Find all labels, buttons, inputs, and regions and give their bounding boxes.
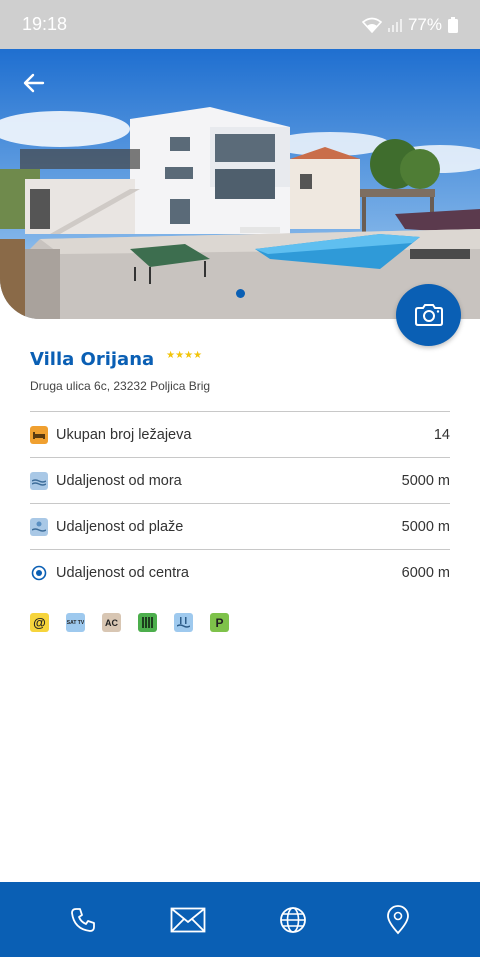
status-bar: 19:18 77% <box>0 0 480 49</box>
beach-icon <box>30 517 48 536</box>
back-button[interactable] <box>18 67 50 99</box>
website-button[interactable] <box>273 900 313 940</box>
gallery-button[interactable] <box>396 284 461 346</box>
call-button[interactable] <box>63 900 103 940</box>
villa-address: Druga ulica 6c, 23232 Poljica Brig <box>30 379 211 393</box>
info-row-beds: Ukupan broj ležajeva 14 <box>30 411 450 457</box>
status-time: 19:18 <box>22 14 68 34</box>
status-icons: 77% <box>361 14 458 35</box>
amenities: @ SAT TV AC P <box>30 613 229 632</box>
globe-icon <box>279 906 306 933</box>
email-button[interactable] <box>168 900 208 940</box>
hero-image[interactable] <box>0 49 480 319</box>
sat-tv-icon: SAT TV <box>66 613 85 632</box>
info-list: Ukupan broj ležajeva 14 Udaljenost od mo… <box>30 411 450 595</box>
info-label: Udaljenost od mora <box>56 472 182 489</box>
info-label: Ukupan broj ležajeva <box>56 426 192 443</box>
mail-icon <box>170 907 205 932</box>
grill-icon <box>138 613 157 632</box>
phone-icon <box>70 907 95 932</box>
carousel-page-dot[interactable] <box>236 289 245 298</box>
internet-icon: @ <box>30 613 49 632</box>
camera-icon <box>414 304 443 326</box>
bottom-contact-bar <box>0 882 480 957</box>
info-row-beach: Udaljenost od plaže 5000 m <box>30 503 450 549</box>
info-value: 14 <box>433 426 450 443</box>
battery-level: 77% <box>407 14 442 34</box>
air-conditioning-icon: AC <box>102 613 121 632</box>
info-label: Udaljenost od plaže <box>56 518 184 535</box>
bed-icon <box>30 425 48 444</box>
info-value: 5000 m <box>401 518 450 535</box>
villa-photo <box>0 49 480 319</box>
center-target-icon <box>30 564 48 582</box>
parking-icon: P <box>210 613 229 632</box>
location-pin-icon <box>386 904 409 934</box>
info-label: Udaljenost od centra <box>56 564 189 581</box>
sea-icon <box>30 471 48 490</box>
arrow-left-icon <box>23 73 45 93</box>
battery-icon <box>448 16 458 33</box>
title-row: Villa Orijana ★★★★ <box>30 349 202 370</box>
pool-icon <box>174 613 193 632</box>
info-row-center: Udaljenost od centra 6000 m <box>30 549 450 595</box>
map-location-button[interactable] <box>378 900 418 940</box>
villa-name: Villa Orijana <box>30 349 155 370</box>
star-rating: ★★★★ <box>166 350 203 361</box>
info-value: 6000 m <box>401 564 450 581</box>
wifi-icon <box>361 17 382 33</box>
signal-icon <box>387 18 402 32</box>
info-row-sea: Udaljenost od mora 5000 m <box>30 457 450 503</box>
info-value: 5000 m <box>401 472 450 489</box>
